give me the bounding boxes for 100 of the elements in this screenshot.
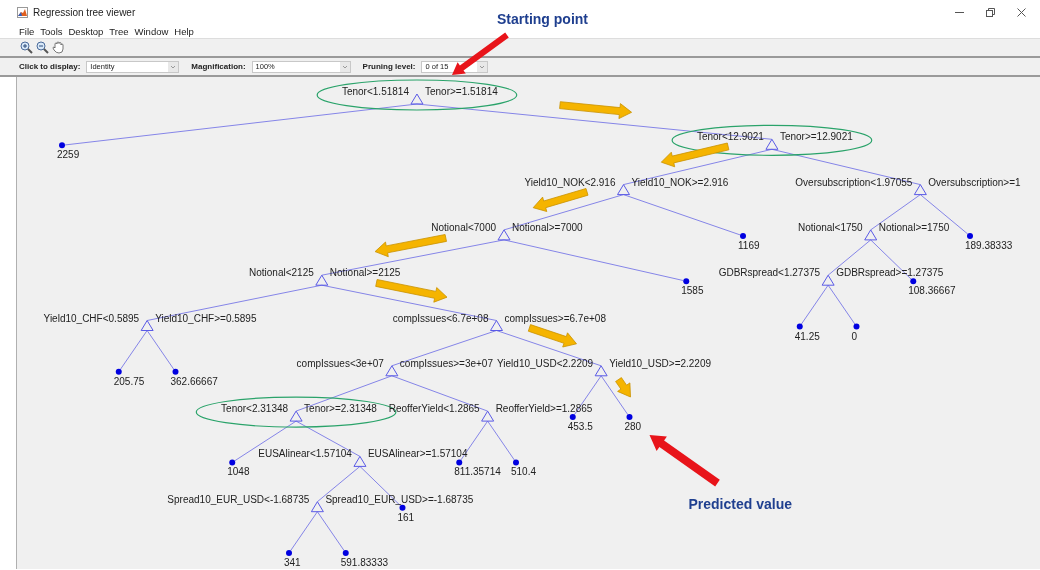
split-node[interactable] (481, 410, 495, 422)
split-condition: compIssues<6.7e+08 (392, 312, 489, 324)
leaf-value: 161 (397, 511, 415, 523)
split-condition: Oversubscription>=1 (928, 176, 1021, 188)
menu-item[interactable]: File (19, 25, 35, 37)
split-node[interactable] (315, 274, 329, 286)
leaf-dot[interactable] (910, 278, 917, 285)
leaf-dot[interactable] (683, 278, 690, 285)
menu-item[interactable]: Help (174, 25, 194, 37)
split-node[interactable] (410, 93, 424, 105)
menu-item[interactable]: Tools (40, 25, 63, 37)
split-condition: Tenor>=1.51814 (424, 86, 498, 97)
split-node[interactable] (617, 184, 630, 196)
leaf-dot[interactable] (115, 368, 122, 375)
split-condition: Tenor<12.9021 (696, 131, 764, 143)
split-node[interactable] (594, 365, 608, 377)
split-node[interactable] (765, 138, 779, 150)
split-node[interactable] (913, 184, 927, 196)
leaf-value: 811.35714 (454, 466, 501, 478)
split-node[interactable] (353, 455, 367, 467)
split-condition: Oversubscription<1.97055 (795, 176, 913, 188)
split-condition: Notional<1750 (797, 221, 863, 233)
leaf-dot[interactable] (172, 368, 179, 375)
split-condition: Spread10_EUR_USD>=-1.68735 (325, 493, 474, 505)
leaf-dot[interactable] (569, 414, 576, 421)
leaf-value: 189.38333 (965, 239, 1013, 251)
leaf-value: 1048 (227, 466, 250, 478)
split-node[interactable] (490, 320, 503, 331)
window-title: Regression tree viewer (33, 6, 136, 18)
leaf-dot[interactable] (853, 323, 860, 330)
split-condition: Tenor>=2.31348 (304, 403, 377, 415)
split-condition: Notional>=2125 (329, 267, 401, 279)
split-condition: Yield10_USD>=2.2209 (609, 357, 712, 369)
option-label: Click to display: (19, 62, 81, 71)
split-condition: Yield10_CHF>=0.5895 (155, 312, 257, 324)
menu-item[interactable]: Window (134, 25, 169, 37)
split-condition: GDBRspread>=1.27375 (836, 267, 944, 279)
leaf-value: 1169 (738, 239, 760, 251)
leaf-value: 341 (284, 557, 301, 568)
leaf-dot[interactable] (59, 142, 65, 149)
leaf-dot[interactable] (740, 232, 746, 239)
split-node[interactable] (310, 501, 324, 513)
menu-item[interactable]: Desktop (68, 25, 104, 37)
split-condition: Notional>=7000 (512, 221, 583, 233)
zoom-out-icon[interactable] (36, 41, 49, 54)
split-condition: compIssues<3e+07 (296, 357, 384, 369)
leaf-dot[interactable] (399, 504, 406, 511)
leaf-dot[interactable] (513, 459, 519, 466)
split-condition: Tenor<2.31348 (221, 403, 289, 415)
split-condition: Yield10_CHF<0.5895 (43, 312, 140, 324)
leaf-dot[interactable] (967, 232, 973, 239)
split-node[interactable] (140, 320, 154, 331)
split-condition: Spread10_EUR_USD<-1.68735 (167, 493, 310, 505)
split-condition: Yield10_USD<2.2209 (497, 357, 594, 369)
leaf-value: 591.83333 (340, 557, 389, 568)
split-node[interactable] (821, 274, 835, 286)
leaf-dot[interactable] (456, 459, 463, 466)
leaf-value: 205.75 (113, 375, 145, 387)
leaf-value: 0 (851, 330, 858, 342)
callout-text: Predicted value (688, 496, 792, 513)
leaf-value: 510.4 (511, 466, 537, 478)
leaf-dot[interactable] (342, 550, 349, 556)
zoom-in-icon[interactable] (20, 41, 33, 54)
leaf-value: 108.36667 (908, 285, 956, 297)
split-condition: Tenor>=12.9021 (779, 131, 853, 143)
split-condition: Notional<2125 (249, 267, 314, 279)
leaf-value: 41.25 (794, 330, 820, 342)
split-condition: Yield10_NOK<2.916 (524, 176, 616, 188)
maximize-icon[interactable] (986, 7, 995, 17)
split-condition: ReofferYield>=1.2865 (495, 403, 593, 415)
leaf-value: 2259 (57, 149, 80, 161)
split-condition: compIssues>=3e+07 (399, 357, 493, 369)
callout-text: Starting point (497, 11, 588, 27)
split-node[interactable] (385, 365, 399, 377)
menu-item[interactable]: Tree (109, 25, 129, 37)
split-condition: Yield10_NOK>=2.916 (631, 176, 729, 188)
leaf-dot[interactable] (796, 323, 803, 330)
split-node[interactable] (864, 229, 878, 241)
split-condition: compIssues>=6.7e+08 (504, 312, 606, 324)
leaf-value: 362.66667 (170, 375, 218, 387)
split-condition: Tenor<1.51814 (341, 86, 409, 97)
pan-hand-icon[interactable] (52, 41, 65, 54)
split-condition: Notional<7000 (431, 221, 497, 233)
callout-arrow (452, 32, 509, 75)
split-condition: GDBRspread<1.27375 (718, 267, 821, 279)
leaf-value: 1585 (681, 285, 704, 297)
close-icon[interactable] (1017, 7, 1026, 17)
split-condition: EUSAlinear<1.57104 (258, 448, 352, 460)
option-label: Pruning level: (362, 62, 416, 71)
option-label: Magnification: (191, 62, 246, 71)
split-condition: Notional>=1750 (878, 221, 950, 233)
app-icon (17, 6, 28, 18)
branch-line (600, 375, 629, 416)
leaf-dot[interactable] (229, 459, 236, 466)
split-condition: EUSAlinear>=1.57104 (367, 448, 468, 460)
leaf-value: 453.5 (567, 421, 593, 433)
leaf-dot[interactable] (626, 414, 633, 421)
leaf-dot[interactable] (286, 550, 292, 556)
split-node[interactable] (289, 410, 303, 422)
split-node[interactable] (497, 229, 511, 241)
